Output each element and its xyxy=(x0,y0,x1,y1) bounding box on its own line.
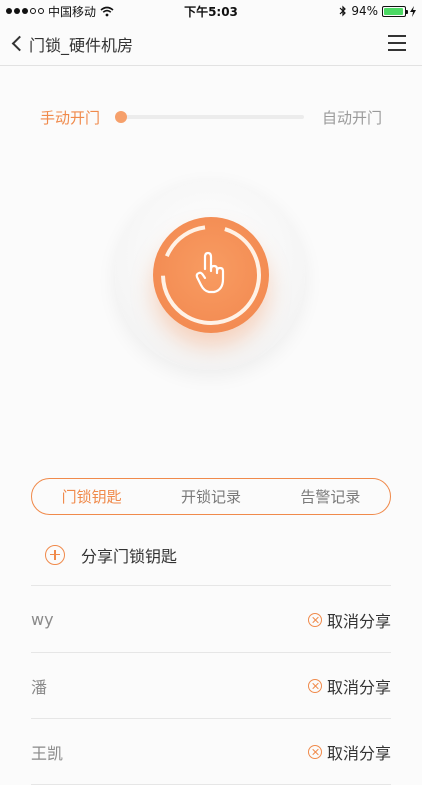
share-key-button[interactable]: 分享门锁钥匙 xyxy=(31,524,391,586)
status-left: 中国移动 xyxy=(6,3,114,20)
list-item: 王凯 取消分享 xyxy=(31,719,391,785)
status-bar: 中国移动 下午5:03 94% xyxy=(0,0,422,22)
wifi-icon xyxy=(100,6,114,16)
mode-slider-track[interactable] xyxy=(116,115,304,119)
cancel-share-button[interactable]: 取消分享 xyxy=(307,740,391,764)
carrier-name: 中国移动 xyxy=(48,4,97,19)
share-key-label: 分享门锁钥匙 xyxy=(81,546,178,566)
mode-slider-knob[interactable] xyxy=(115,111,127,123)
back-button[interactable]: 门锁_硬件机房 xyxy=(0,32,133,56)
close-circle-icon xyxy=(307,612,322,627)
tab-bar: 门锁钥匙 开锁记录 告警记录 xyxy=(31,478,391,515)
battery-icon xyxy=(382,5,408,17)
menu-button[interactable] xyxy=(388,35,406,51)
manual-open-label[interactable]: 手动开门 xyxy=(40,107,100,128)
plus-circle-icon xyxy=(45,544,65,565)
battery-fill xyxy=(384,7,403,15)
tab-unlock-records[interactable]: 开锁记录 xyxy=(181,486,241,507)
hand-tap-icon xyxy=(161,225,261,326)
signal-strength-icon xyxy=(6,8,44,14)
cancel-share-label: 取消分享 xyxy=(326,677,391,697)
page-title: 门锁_硬件机房 xyxy=(29,35,134,55)
cancel-share-button[interactable]: 取消分享 xyxy=(307,608,391,632)
key-user-name: 王凯 xyxy=(31,743,64,763)
auto-open-label[interactable]: 自动开门 xyxy=(322,107,382,128)
key-user-name: 潘 xyxy=(31,677,48,697)
chevron-left-icon xyxy=(11,35,28,52)
close-circle-icon xyxy=(307,744,322,759)
list-item: 潘 取消分享 xyxy=(31,653,391,719)
cancel-share-label: 取消分享 xyxy=(326,611,391,631)
shared-key-list: wy 取消分享 潘 取消分享 王凯 取消分享 xyxy=(31,587,391,785)
tab-door-keys[interactable]: 门锁钥匙 xyxy=(62,486,122,507)
bluetooth-icon xyxy=(339,5,347,17)
list-item: wy 取消分享 xyxy=(31,587,391,653)
nav-bar: 门锁_硬件机房 xyxy=(0,22,422,66)
charging-icon xyxy=(410,5,416,17)
menu-icon xyxy=(388,35,406,37)
tab-alarm-records[interactable]: 告警记录 xyxy=(300,486,360,507)
cancel-share-label: 取消分享 xyxy=(326,743,391,763)
battery-percent: 94% xyxy=(351,4,378,18)
open-mode-switch: 手动开门 自动开门 xyxy=(0,100,422,134)
unlock-button[interactable] xyxy=(153,217,269,333)
status-right: 94% xyxy=(339,4,416,18)
close-circle-icon xyxy=(307,678,322,693)
cancel-share-button[interactable]: 取消分享 xyxy=(307,674,391,698)
key-user-name: wy xyxy=(31,610,54,629)
